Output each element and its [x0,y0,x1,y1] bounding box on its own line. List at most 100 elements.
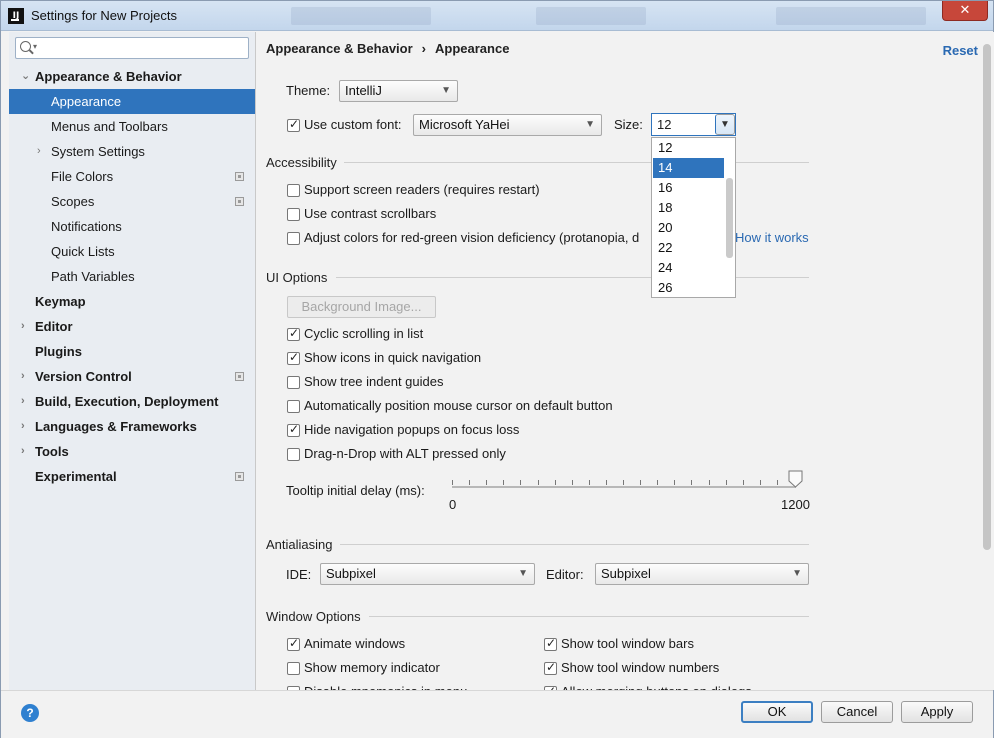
slider-min-label: 0 [449,497,457,512]
slider-tick [708,480,710,485]
antialiasing-section-title: Antialiasing [266,537,333,552]
ui-option-drag-n-drop-with-alt-pressed-o-checkbox[interactable] [287,448,300,461]
slider-tick [537,480,539,485]
slider-tick [588,480,590,485]
sidebar-item-path-variables[interactable]: Path Variables [9,264,255,289]
ide-antialiasing-select[interactable]: Subpixel ▼ [320,563,535,585]
ui-option-show-icons-in-quick-navigation-checkbox[interactable] [287,350,300,365]
font-size-option[interactable]: 24 [653,258,724,278]
accessibility-support-screen-readers-require-checkbox[interactable] [287,184,300,197]
font-size-option[interactable]: 14 [653,158,724,178]
font-size-option[interactable]: 22 [653,238,724,258]
sidebar-item-label: Notifications [51,219,122,234]
font-size-option[interactable]: 20 [653,218,724,238]
sidebar-item-file-colors[interactable]: File Colors [9,164,255,189]
slider-tick [452,480,453,485]
close-button[interactable]: ✕ [942,1,988,21]
font-size-option[interactable]: 18 [653,198,724,218]
breadcrumb-separator: › [421,41,427,56]
dropdown-scrollbar[interactable] [726,178,733,258]
slider-tick [742,480,744,485]
font-size-option[interactable]: 12 [653,138,724,158]
chevron-right-icon[interactable]: › [21,414,31,439]
editor-antialiasing-value: Subpixel [601,566,651,581]
ui-option-label: Automatically position mouse cursor on d… [304,398,613,413]
background-image-button[interactable]: Background Image... [287,296,436,318]
project-scope-icon [235,172,244,181]
window-title: Settings for New Projects [31,8,177,23]
chevron-right-icon[interactable]: › [37,139,47,164]
section-divider [369,616,809,617]
chevron-down-icon[interactable]: ▼ [715,114,735,135]
ui-option-show-tree-indent-guides-checkbox[interactable] [287,376,300,389]
use-custom-font-checkbox[interactable] [287,117,300,132]
help-icon[interactable]: ? [21,704,39,722]
size-label: Size: [614,117,643,132]
ui-option-automatically-position-mouse-c-checkbox[interactable] [287,400,300,413]
settings-search-input[interactable]: ▾ [15,37,249,59]
reset-link[interactable]: Reset [943,43,978,58]
sidebar-item-plugins[interactable]: Plugins [9,339,255,364]
sidebar-item-scopes[interactable]: Scopes [9,189,255,214]
ui-option-cyclic-scrolling-in-list-checkbox[interactable] [287,326,300,341]
window-option-label: Show tool window numbers [561,660,720,675]
font-size-dropdown-list: 12 14 16 18 20 22 24 26 [651,137,736,298]
slider-tick [640,480,642,485]
section-divider [344,162,809,163]
chevron-right-icon[interactable]: › [21,439,31,464]
ui-option-hide-navigation-popups-on-focu-checkbox[interactable] [287,422,300,437]
ui-options-section-title: UI Options [266,270,328,285]
chevron-down-icon: ▼ [518,568,528,579]
font-size-value: 12 [657,117,672,132]
accessibility-adjust-colors-for-red-green-vi-checkbox[interactable] [287,232,300,245]
sidebar-item-appearance[interactable]: Appearance [9,89,255,114]
ok-button[interactable]: OK [741,701,813,723]
apply-button[interactable]: Apply [901,701,973,723]
theme-select[interactable]: IntelliJ ▼ [339,80,458,102]
slider-tick [520,480,522,485]
window-option-show-tool-window-numbers-checkbox[interactable] [544,660,557,675]
sidebar-item-editor[interactable]: › Editor [9,314,255,339]
slider-tick [469,480,471,485]
chevron-right-icon[interactable]: › [21,314,31,339]
vertical-scrollbar[interactable] [983,44,991,550]
editor-antialiasing-select[interactable]: Subpixel ▼ [595,563,809,585]
sidebar-item-label: Keymap [35,294,86,309]
window-option-label: Animate windows [304,636,406,651]
settings-sidebar: ▾ ⌄ Appearance & Behavior Appearance Menus … [9,32,256,690]
how-it-works-link[interactable]: How it works [735,230,809,245]
tooltip-delay-slider-thumb[interactable] [788,470,803,488]
chevron-down-icon[interactable]: ⌄ [21,64,31,89]
accessibility-use-contrast-scrollbars-checkbox[interactable] [287,208,300,221]
sidebar-item-menus-and-toolbars[interactable]: Menus and Toolbars [9,114,255,139]
chevron-right-icon[interactable]: › [21,364,31,389]
font-size-select[interactable]: 12 ▼ [651,113,736,136]
sidebar-item-label: Tools [35,444,69,459]
sidebar-item-version-control[interactable]: › Version Control [9,364,255,389]
ui-option-label: Hide navigation popups on focus loss [304,422,520,437]
window-option-show-tool-window-bars-checkbox[interactable] [544,636,557,651]
theme-label: Theme: [286,83,331,98]
chevron-right-icon[interactable]: › [21,389,31,414]
font-size-option[interactable]: 26 [653,278,724,298]
sidebar-item-experimental[interactable]: Experimental [9,464,255,489]
sidebar-item-label: System Settings [51,144,145,159]
sidebar-item-system-settings[interactable]: › System Settings [9,139,255,164]
slider-max-label: 1200 [781,497,810,512]
sidebar-item-build-execution-deployment[interactable]: › Build, Execution, Deployment [9,389,255,414]
cancel-button[interactable]: Cancel [821,701,893,723]
sidebar-item-appearance-behavior[interactable]: ⌄ Appearance & Behavior [9,64,255,89]
sidebar-item-tools[interactable]: › Tools [9,439,255,464]
window-option-animate-windows-checkbox[interactable] [287,636,300,651]
font-select[interactable]: Microsoft YaHei ▼ [413,114,602,136]
sidebar-item-languages-frameworks[interactable]: › Languages & Frameworks [9,414,255,439]
slider-tick [776,480,778,485]
sidebar-item-keymap[interactable]: Keymap [9,289,255,314]
font-size-option[interactable]: 16 [653,178,724,198]
window-option-show-memory-indicator-checkbox[interactable] [287,662,300,675]
sidebar-item-notifications[interactable]: Notifications [9,214,255,239]
sidebar-item-quick-lists[interactable]: Quick Lists [9,239,255,264]
tooltip-delay-slider-track[interactable] [452,486,796,488]
sidebar-item-label: Editor [35,319,73,334]
project-scope-icon [235,472,244,481]
